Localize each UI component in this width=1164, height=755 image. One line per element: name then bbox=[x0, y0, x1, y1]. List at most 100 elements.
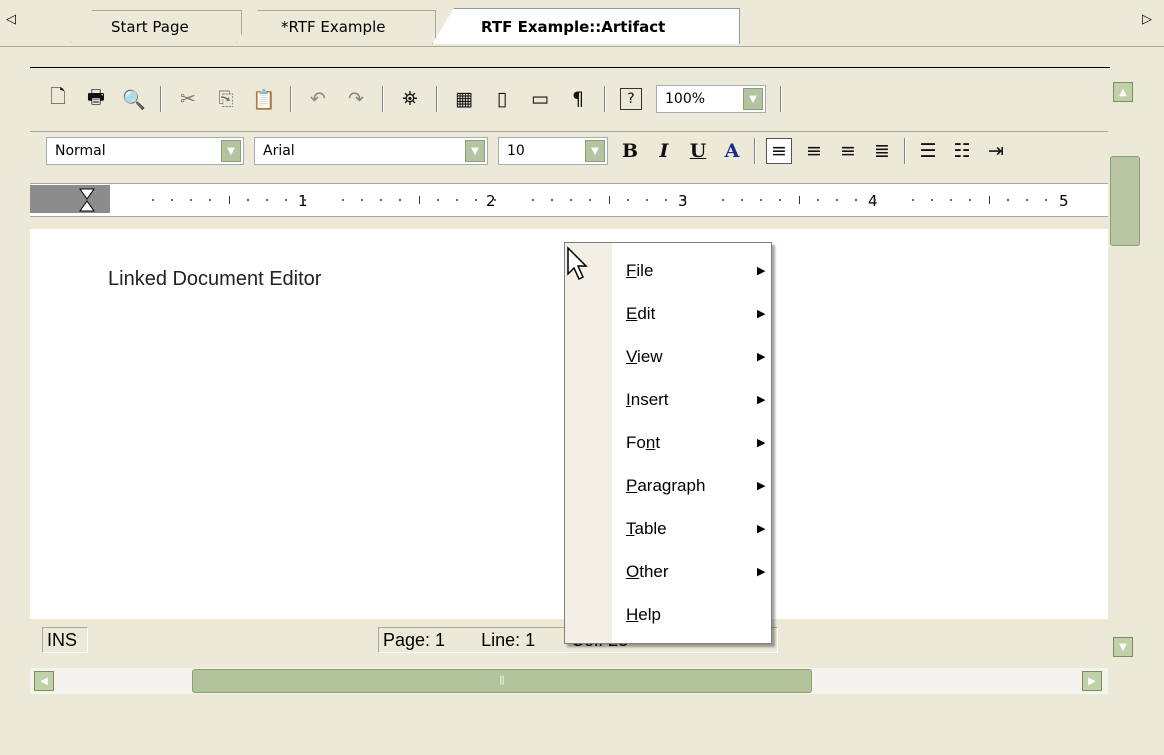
bold-button[interactable]: B bbox=[618, 139, 642, 163]
ruler-tick bbox=[1007, 199, 1009, 201]
standard-toolbar: 🗋 🖶 🔍 ✂ ⎘ 📋 ↶ ↷ ⛯ ▦ ▯ ▭ ¶ ? 100% ▼ bbox=[30, 80, 1108, 118]
separator bbox=[780, 86, 782, 112]
ruler-tick bbox=[456, 199, 458, 201]
tab-rtf-example-artifact[interactable]: RTF Example::Artifact bbox=[432, 8, 740, 44]
paragraph-mark-icon[interactable]: ¶ bbox=[566, 87, 590, 111]
align-center-icon[interactable]: ≡ bbox=[802, 139, 826, 163]
tab-scroll-right-icon[interactable]: ▷ bbox=[1142, 12, 1152, 27]
ruler-tick bbox=[1045, 199, 1047, 201]
numbered-list-icon[interactable]: ☰ bbox=[916, 139, 940, 163]
menu-item-label: Other bbox=[626, 561, 669, 581]
page-number-icon[interactable]: ▭ bbox=[528, 87, 552, 111]
page-icon[interactable]: ▯ bbox=[490, 87, 514, 111]
ruler-ticks: 1 2 3 4 5 bbox=[152, 192, 1069, 210]
align-justify-icon[interactable]: ≣ bbox=[870, 139, 894, 163]
ruler-tick bbox=[589, 199, 591, 201]
ruler-tick bbox=[855, 199, 857, 201]
font-select[interactable]: Arial ▼ bbox=[254, 137, 488, 165]
ruler-tick bbox=[989, 196, 990, 204]
menu-item-other[interactable]: Other ▶ bbox=[612, 550, 771, 593]
ruler-label: 3 bbox=[678, 192, 688, 210]
copy-icon[interactable]: ⎘ bbox=[214, 87, 238, 111]
style-value: Normal bbox=[55, 143, 106, 159]
zoom-select[interactable]: 100% ▼ bbox=[656, 85, 766, 113]
menu-item-label: Table bbox=[626, 518, 667, 538]
scroll-right-button[interactable]: ▶ bbox=[1082, 671, 1102, 691]
submenu-arrow-icon: ▶ bbox=[757, 566, 766, 578]
redo-icon[interactable]: ↷ bbox=[344, 87, 368, 111]
ruler-tick bbox=[361, 199, 363, 201]
paste-icon[interactable]: 📋 bbox=[252, 87, 276, 111]
insert-date-icon[interactable]: ▦ bbox=[452, 87, 476, 111]
separator bbox=[754, 138, 756, 164]
ruler[interactable]: 1 2 3 4 5 bbox=[30, 183, 1108, 217]
bullet-list-icon[interactable]: ☷ bbox=[950, 139, 974, 163]
document-text[interactable]: Linked Document Editor bbox=[108, 268, 321, 291]
menu-item-font[interactable]: Font ▶ bbox=[612, 421, 771, 464]
menu-item-edit[interactable]: Edit ▶ bbox=[612, 292, 771, 335]
scroll-left-button[interactable]: ◀ bbox=[34, 671, 54, 691]
undo-icon[interactable]: ↶ bbox=[306, 87, 330, 111]
ruler-tick bbox=[836, 199, 838, 201]
ruler-tick bbox=[874, 199, 876, 201]
separator bbox=[160, 86, 162, 112]
tab-start-page[interactable]: Start Page bbox=[70, 10, 242, 43]
submenu-arrow-icon: ▶ bbox=[757, 480, 766, 492]
align-right-icon[interactable]: ≡ bbox=[836, 139, 860, 163]
menu-item-insert[interactable]: Insert ▶ bbox=[612, 378, 771, 421]
horizontal-scroll-thumb[interactable]: ⦀ bbox=[192, 669, 812, 693]
scroll-up-button[interactable]: ▲ bbox=[1113, 82, 1133, 102]
ruler-tick bbox=[209, 199, 211, 201]
ruler-tick bbox=[665, 199, 667, 201]
indent-icon[interactable]: ⇥ bbox=[984, 139, 1008, 163]
hourglass-indent-icon[interactable] bbox=[78, 187, 98, 213]
ruler-tick bbox=[969, 199, 971, 201]
submenu-arrow-icon: ▶ bbox=[757, 308, 766, 320]
menu-item-label: View bbox=[626, 346, 663, 366]
menu-item-paragraph[interactable]: Paragraph ▶ bbox=[612, 464, 771, 507]
vertical-scroll-thumb[interactable] bbox=[1110, 156, 1140, 246]
menu-item-table[interactable]: Table ▶ bbox=[612, 507, 771, 550]
scroll-down-button[interactable]: ▼ bbox=[1113, 637, 1133, 657]
tab-rtf-example[interactable]: *RTF Example bbox=[236, 10, 436, 43]
ruler-tick bbox=[1026, 199, 1028, 201]
ruler-tick bbox=[342, 199, 344, 201]
italic-button[interactable]: I bbox=[652, 139, 676, 163]
ruler-tick bbox=[760, 199, 762, 201]
chevron-down-icon[interactable]: ▼ bbox=[465, 140, 485, 162]
print-icon[interactable]: 🖶 bbox=[84, 86, 108, 111]
ruler-label: 5 bbox=[1059, 192, 1069, 210]
submenu-arrow-icon: ▶ bbox=[757, 265, 766, 277]
underline-button[interactable]: U bbox=[686, 139, 710, 163]
chevron-down-icon[interactable]: ▼ bbox=[585, 140, 605, 162]
style-select[interactable]: Normal ▼ bbox=[46, 137, 244, 165]
menu-item-help[interactable]: Help bbox=[612, 593, 771, 636]
ruler-margin bbox=[30, 185, 110, 213]
menu-item-file[interactable]: File ▶ bbox=[612, 249, 771, 292]
chevron-down-icon[interactable]: ▼ bbox=[221, 140, 241, 162]
ruler-tick bbox=[551, 199, 553, 201]
size-select[interactable]: 10 ▼ bbox=[498, 137, 608, 165]
print-preview-icon[interactable]: 🔍 bbox=[122, 87, 146, 111]
menu-item-view[interactable]: View ▶ bbox=[612, 335, 771, 378]
help-icon[interactable]: ? bbox=[620, 88, 642, 110]
menu-item-label: Insert bbox=[626, 389, 669, 409]
ruler-tick bbox=[380, 199, 382, 201]
tab-scroll-left-icon[interactable]: ◁ bbox=[6, 12, 16, 27]
font-color-button[interactable]: A bbox=[720, 139, 744, 163]
cut-icon[interactable]: ✂ bbox=[176, 87, 200, 111]
ruler-tick bbox=[684, 199, 686, 201]
ruler-tick bbox=[722, 199, 724, 201]
find-icon[interactable]: ⛯ bbox=[398, 87, 422, 111]
ruler-tick bbox=[532, 199, 534, 201]
new-document-icon[interactable]: 🗋 bbox=[46, 86, 70, 111]
ruler-tick bbox=[152, 199, 154, 201]
chevron-down-icon[interactable]: ▼ bbox=[743, 88, 763, 110]
ruler-tick bbox=[247, 199, 249, 201]
ruler-tick bbox=[437, 199, 439, 201]
line-indicator: Line: 1 bbox=[481, 629, 536, 650]
align-left-icon[interactable]: ≡ bbox=[766, 138, 792, 164]
ruler-tick bbox=[570, 199, 572, 201]
ruler-tick bbox=[627, 199, 629, 201]
ruler-tick bbox=[817, 199, 819, 201]
